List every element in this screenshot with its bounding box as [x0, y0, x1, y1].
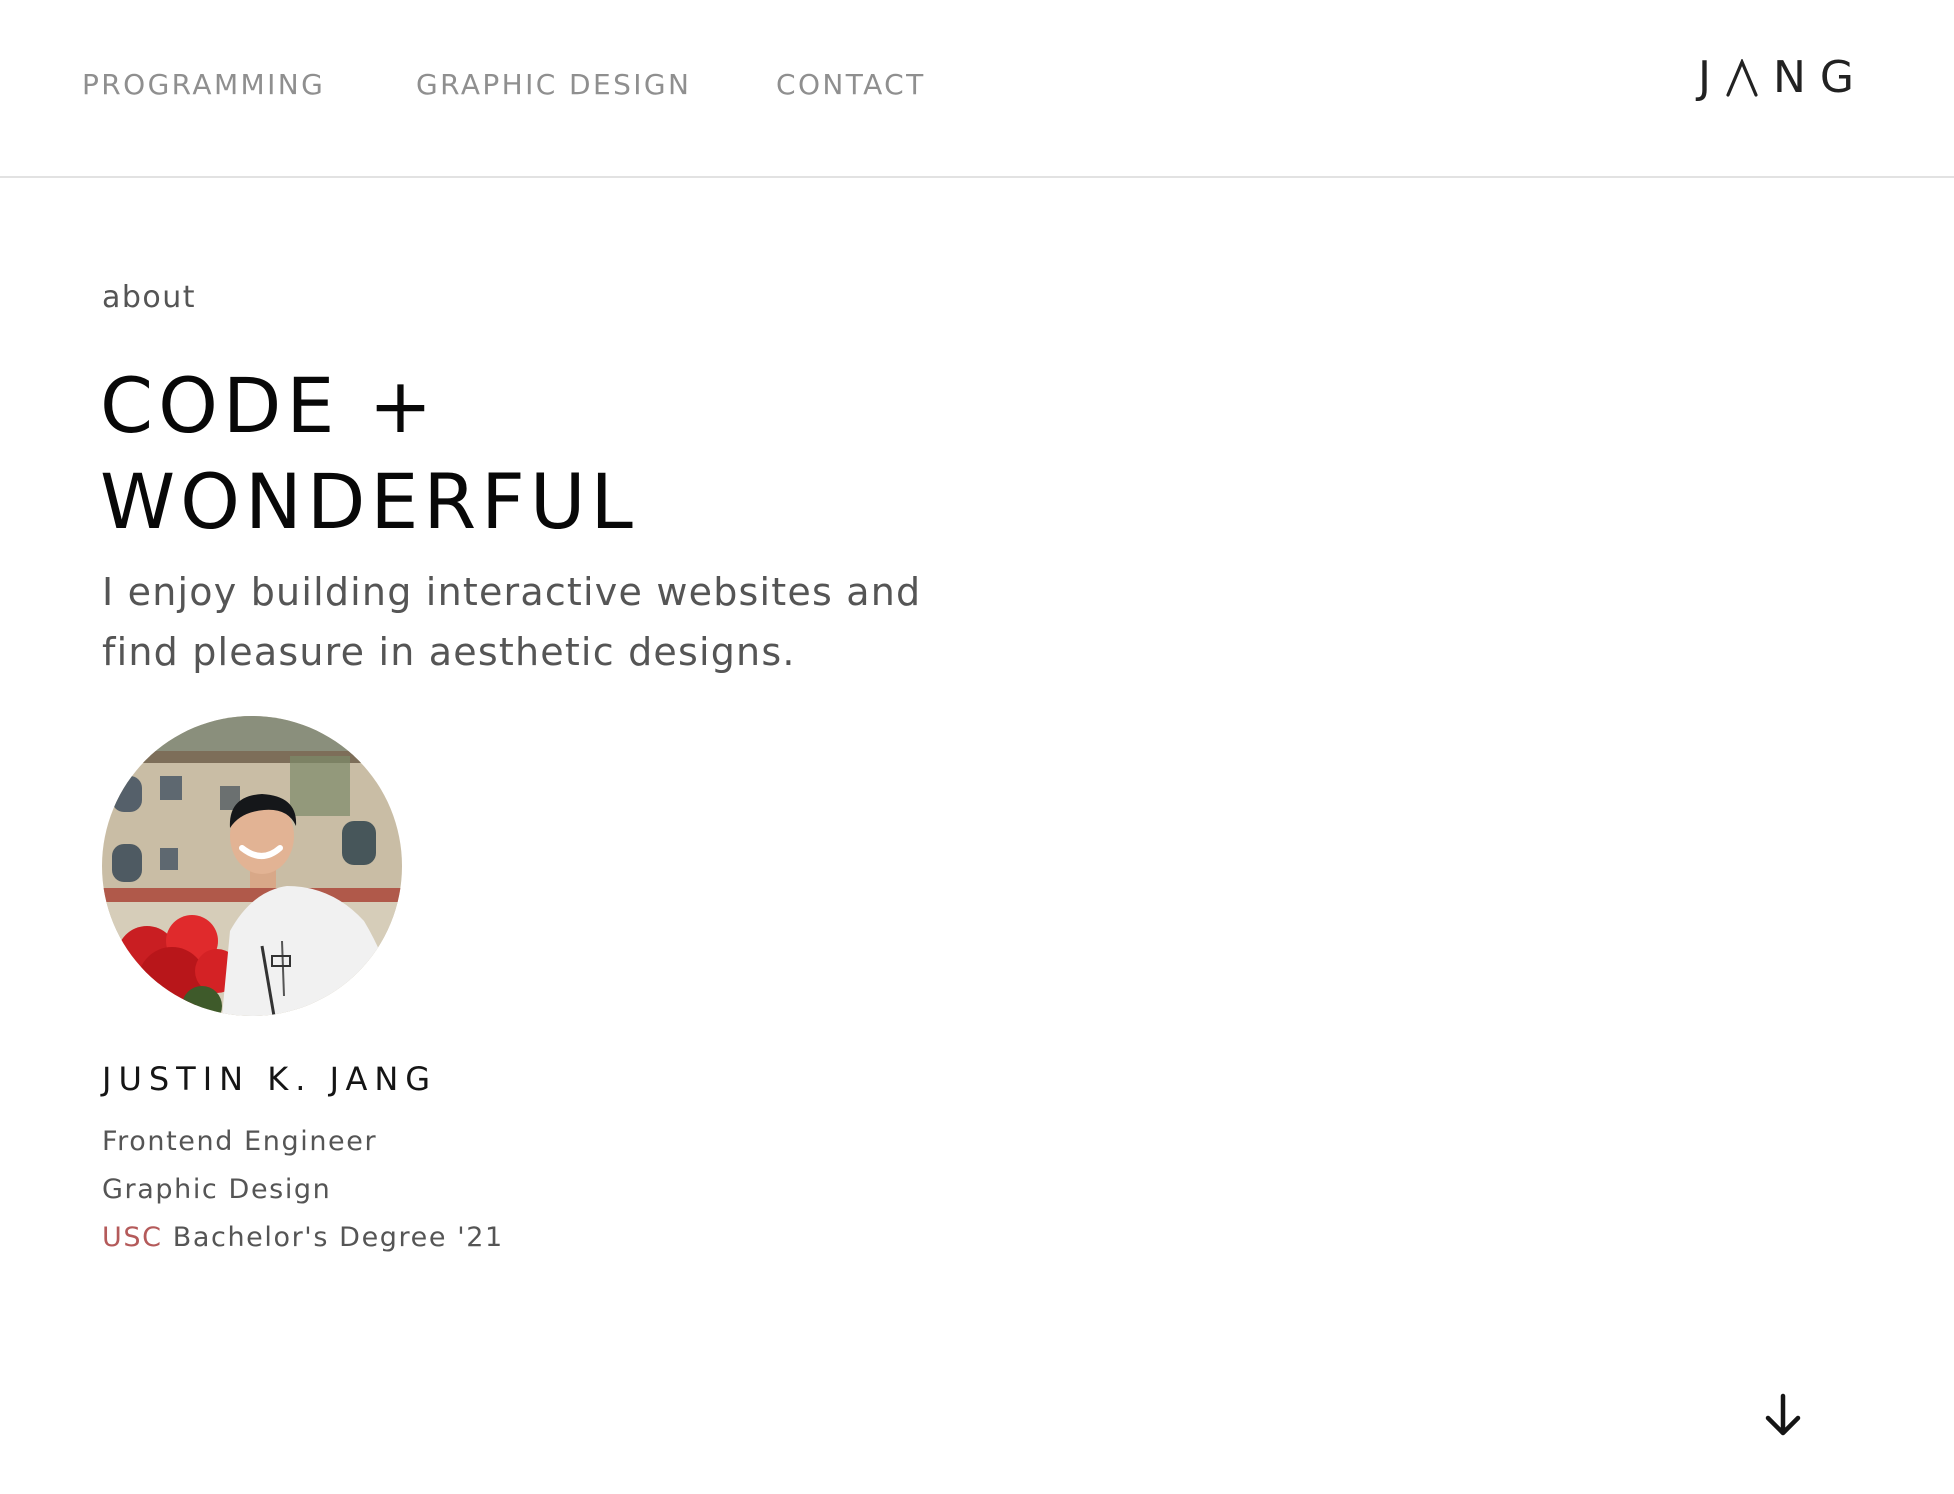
person-name: JUSTIN K. JANG [102, 1060, 438, 1098]
education-line: USC Bachelor's Degree '21 [102, 1222, 504, 1253]
nav-link-programming[interactable]: PROGRAMMING [82, 68, 325, 101]
nav-link-contact[interactable]: CONTACT [776, 68, 926, 101]
headline: CODE + WONDERFUL [100, 358, 638, 550]
degree-text: Bachelor's Degree '21 [162, 1222, 504, 1253]
section-label: about [102, 280, 197, 315]
role-frontend: Frontend Engineer [102, 1126, 378, 1157]
top-navigation: PROGRAMMING GRAPHIC DESIGN CONTACT J NG [0, 0, 1954, 178]
avatar-portrait [102, 716, 402, 1016]
logo-letters-ng: NG [1772, 52, 1868, 103]
intro-text: I enjoy building interactive websites an… [102, 570, 922, 674]
avatar [102, 716, 402, 1016]
headline-line-1: CODE + [100, 361, 438, 450]
school-name: USC [102, 1222, 163, 1253]
headline-line-2: WONDERFUL [100, 457, 638, 546]
arrow-down-icon[interactable] [1760, 1392, 1806, 1438]
nav-link-graphic-design[interactable]: GRAPHIC DESIGN [416, 68, 691, 101]
role-graphic-design: Graphic Design [102, 1174, 332, 1205]
logo-lambda-mark [1726, 59, 1758, 97]
logo-letter-j: J [1698, 52, 1725, 103]
site-logo[interactable]: J NG [1698, 56, 1868, 100]
